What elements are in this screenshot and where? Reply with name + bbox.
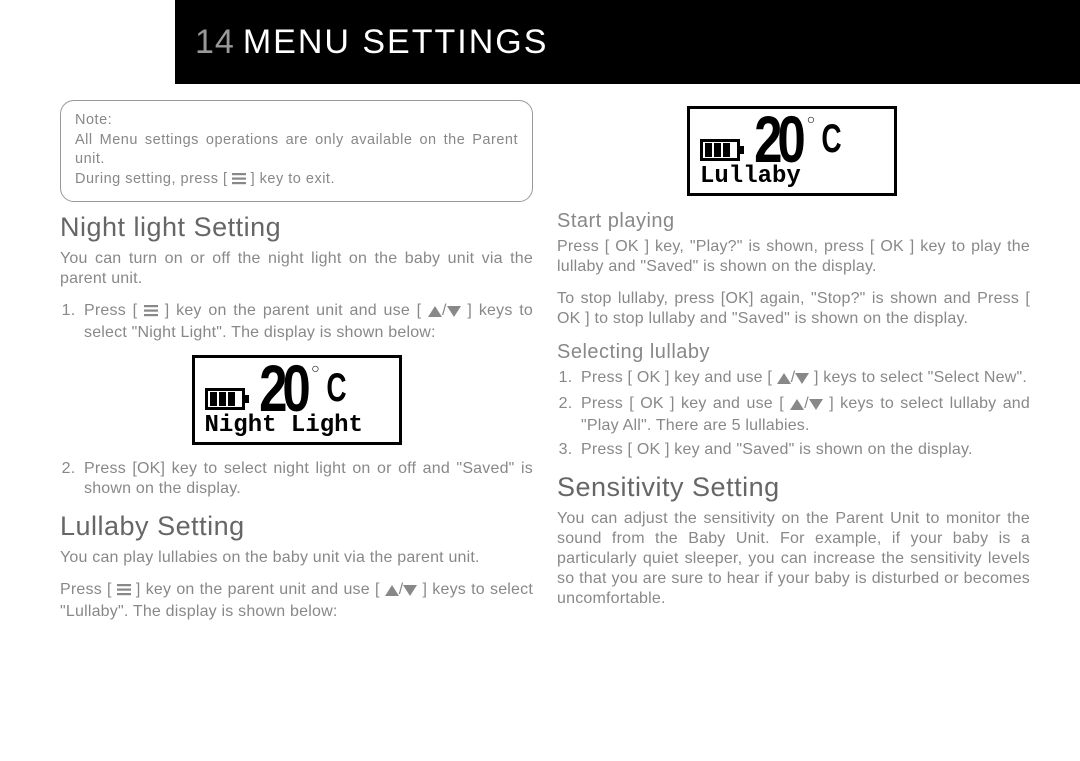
selecting-lullaby-heading: Selecting lullaby <box>557 341 1030 364</box>
menu-icon <box>144 303 158 323</box>
note-label: Note: <box>75 111 518 131</box>
menu-icon <box>117 582 131 602</box>
start-p2: To stop lullaby, press [OK] again, "Stop… <box>557 289 1030 329</box>
sensitivity-p1: You can adjust the sensitivity on the Pa… <box>557 509 1030 609</box>
down-icon <box>447 303 461 323</box>
note-box: Note: All Menu settings operations are o… <box>60 100 533 202</box>
lcd-unit: C <box>822 119 842 159</box>
lullaby-p2: Press [ ] key on the parent unit and use… <box>60 580 533 622</box>
nightlight-step1: Press [ ] key on the parent unit and use… <box>80 301 533 343</box>
select-step1: Press [ OK ] key and use [ / ] keys to s… <box>577 368 1030 390</box>
up-icon <box>790 396 804 416</box>
nightlight-step2: Press [OK] key to select night light on … <box>80 459 533 499</box>
select-step2: Press [ OK ] key and use [ / ] keys to s… <box>577 394 1030 436</box>
right-column: 20 ○ C Lullaby Start playing Press [ OK … <box>557 100 1030 761</box>
note-line1: All Menu settings operations are only av… <box>75 132 518 168</box>
note-line2a: During setting, press [ <box>75 171 232 187</box>
down-icon <box>403 582 417 602</box>
start-p1: Press [ OK ] key, "Play?" is shown, pres… <box>557 237 1030 277</box>
degree-icon: ○ <box>311 360 319 376</box>
nightlight-steps-2: Press [OK] key to select night light on … <box>60 459 533 499</box>
lullaby-heading: Lullaby Setting <box>60 511 533 542</box>
left-column: Note: All Menu settings operations are o… <box>60 100 533 761</box>
sensitivity-heading: Sensitivity Setting <box>557 472 1030 503</box>
down-icon <box>795 370 809 390</box>
lcd-temp: 20 <box>259 360 306 419</box>
page-number: 14 <box>195 23 235 62</box>
nightlight-heading: Night light Setting <box>60 212 533 243</box>
battery-icon <box>205 388 245 410</box>
header-bar: 14 MENU SETTINGS <box>175 0 1080 84</box>
nightlight-intro: You can turn on or off the night light o… <box>60 249 533 289</box>
up-icon <box>385 582 399 602</box>
page-title: MENU SETTINGS <box>243 23 549 62</box>
battery-icon <box>700 139 740 161</box>
selecting-steps: Press [ OK ] key and use [ / ] keys to s… <box>557 368 1030 460</box>
note-line2b: ] key to exit. <box>246 171 335 187</box>
down-icon <box>809 396 823 416</box>
lcd-unit: C <box>326 368 346 408</box>
lcd-nightlight: 20 ○ C Night Light <box>192 355 402 445</box>
nightlight-steps: Press [ ] key on the parent unit and use… <box>60 301 533 343</box>
degree-icon: ○ <box>807 111 815 127</box>
start-playing-heading: Start playing <box>557 210 1030 233</box>
content-area: Note: All Menu settings operations are o… <box>60 100 1030 761</box>
select-step3: Press [ OK ] key and "Saved" is shown on… <box>577 440 1030 460</box>
lcd-lullaby: 20 ○ C Lullaby <box>687 106 897 196</box>
menu-icon <box>232 172 246 192</box>
up-icon <box>777 370 791 390</box>
lcd-temp: 20 <box>754 110 801 169</box>
lullaby-intro: You can play lullabies on the baby unit … <box>60 548 533 568</box>
up-icon <box>428 303 442 323</box>
